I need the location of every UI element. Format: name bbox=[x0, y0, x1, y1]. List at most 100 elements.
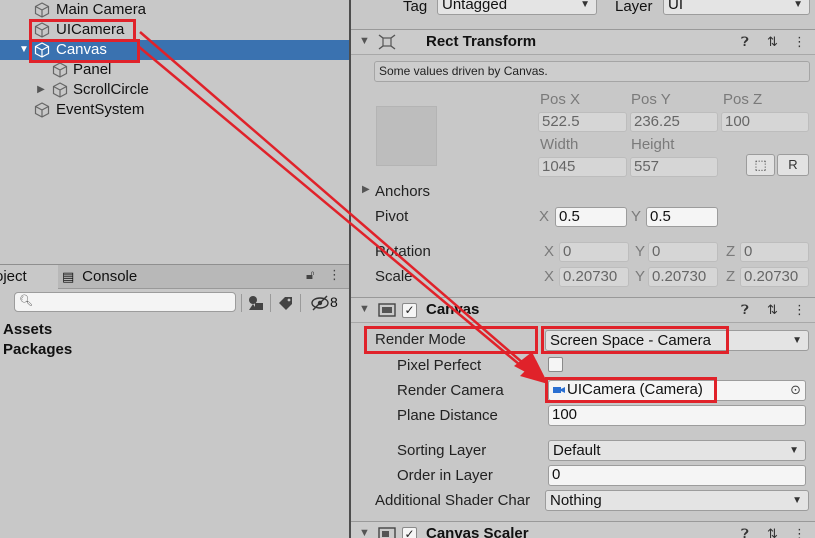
hierarchy-item-label: Panel bbox=[73, 61, 112, 78]
height-field[interactable]: 557 bbox=[630, 157, 718, 177]
project-item-packages[interactable]: Packages bbox=[3, 340, 72, 360]
layer-label: Layer bbox=[615, 0, 653, 15]
tag-value: Untagged bbox=[442, 0, 508, 13]
rotation-y-field[interactable]: 0 bbox=[648, 242, 718, 262]
order-in-layer-field[interactable]: 0 bbox=[548, 465, 806, 486]
anchors-label[interactable]: Anchors bbox=[375, 183, 430, 200]
help-icon[interactable]: ❓︎ bbox=[741, 526, 749, 538]
cube-icon bbox=[52, 82, 68, 98]
kebab-menu-icon[interactable]: ⋮ bbox=[793, 302, 806, 318]
tag-dropdown[interactable]: Untagged ▼ bbox=[437, 0, 597, 15]
rotation-z-label: Z bbox=[726, 243, 736, 260]
expand-arrow-icon[interactable]: ▶ bbox=[35, 80, 47, 100]
help-icon[interactable]: ❓︎ bbox=[741, 302, 749, 318]
cube-icon bbox=[34, 42, 50, 58]
object-picker-icon[interactable]: ⊙ bbox=[790, 381, 801, 399]
render-mode-label: Render Mode bbox=[375, 331, 466, 348]
inspector-panel: Tag Untagged ▼ Layer UI ▼ ▼ Rect Transfo… bbox=[351, 0, 815, 538]
pivot-label: Pivot bbox=[375, 208, 409, 225]
pos-z-field[interactable]: 100 bbox=[721, 112, 809, 132]
fold-arrow-icon[interactable]: ▶ bbox=[362, 184, 370, 195]
filter-by-type-icon[interactable] bbox=[246, 294, 266, 312]
pivot-x-field[interactable]: 0.5 bbox=[555, 207, 627, 227]
rect-transform-header[interactable]: ▼ Rect Transform ❓︎ ⇅ ⋮ bbox=[351, 29, 815, 55]
kebab-menu-icon[interactable]: ⋮ bbox=[328, 267, 341, 283]
tab-project[interactable]: roject bbox=[0, 265, 58, 289]
width-field[interactable]: 1045 bbox=[538, 157, 627, 177]
kebab-menu-icon[interactable]: ⋮ bbox=[793, 34, 806, 50]
anchor-preset-thumbnail[interactable] bbox=[376, 106, 437, 166]
search-icon: 🔍︎ bbox=[19, 295, 33, 307]
rect-transform-title: Rect Transform bbox=[426, 33, 537, 50]
project-item-assets[interactable]: Assets bbox=[3, 320, 52, 340]
sorting-layer-dropdown[interactable]: Default ▼ bbox=[548, 440, 806, 461]
chevron-down-icon: ▼ bbox=[792, 335, 802, 346]
plane-distance-label: Plane Distance bbox=[397, 407, 498, 424]
sorting-layer-label: Sorting Layer bbox=[397, 442, 487, 459]
blueprint-mode-button[interactable]: ⬚ bbox=[746, 154, 775, 176]
hidden-packages-icon[interactable] bbox=[310, 294, 330, 312]
render-mode-value: Screen Space - Camera bbox=[550, 332, 711, 349]
fold-arrow-icon[interactable]: ▼ bbox=[359, 527, 370, 538]
pos-x-field[interactable]: 522.5 bbox=[538, 112, 627, 132]
tab-label: roject bbox=[0, 268, 27, 285]
canvas-component-header[interactable]: ▼ ✓ Canvas ❓︎ ⇅ ⋮ bbox=[351, 297, 815, 323]
scale-x-field[interactable]: 0.20730 bbox=[559, 267, 629, 287]
canvas-scaler-enabled-checkbox[interactable]: ✓ bbox=[402, 527, 417, 538]
canvas-enabled-checkbox[interactable]: ✓ bbox=[402, 303, 417, 318]
pos-y-field[interactable]: 236.25 bbox=[630, 112, 718, 132]
fold-arrow-icon[interactable]: ▼ bbox=[359, 303, 370, 315]
pivot-y-field[interactable]: 0.5 bbox=[646, 207, 718, 227]
render-camera-value: UICamera (Camera) bbox=[567, 381, 703, 398]
hierarchy-item-label: EventSystem bbox=[56, 101, 145, 118]
rotation-z-field[interactable]: 0 bbox=[740, 242, 809, 262]
sorting-layer-value: Default bbox=[553, 442, 601, 459]
scale-y-field[interactable]: 0.20730 bbox=[648, 267, 718, 287]
chevron-down-icon: ▼ bbox=[793, 0, 803, 10]
canvas-scaler-header[interactable]: ▼ ✓ Canvas Scaler ❓︎ ⇅ ⋮ bbox=[351, 521, 815, 538]
hierarchy-item-panel[interactable]: Panel bbox=[0, 60, 349, 80]
project-panel: roject ▤ Console 🔓︎ ⋮ 🔍︎ 8 Assets Packag… bbox=[0, 264, 349, 538]
pixel-perfect-checkbox[interactable] bbox=[548, 357, 563, 372]
scale-x-label: X bbox=[544, 268, 555, 285]
help-icon[interactable]: ❓︎ bbox=[741, 34, 749, 50]
fold-arrow-icon[interactable]: ▼ bbox=[359, 35, 370, 47]
expand-arrow-icon[interactable]: ▼ bbox=[18, 40, 30, 60]
hierarchy-item-scrollcircle[interactable]: ▶ ScrollCircle bbox=[0, 80, 349, 100]
scale-label: Scale bbox=[375, 268, 413, 285]
render-mode-dropdown[interactable]: Screen Space - Camera ▼ bbox=[545, 330, 809, 351]
hierarchy-item-label: Main Camera bbox=[56, 1, 147, 18]
layer-dropdown[interactable]: UI ▼ bbox=[663, 0, 810, 15]
raw-edit-button[interactable]: R bbox=[777, 154, 809, 176]
hierarchy-item-canvas[interactable]: ▼ Canvas bbox=[0, 40, 349, 60]
additional-shader-dropdown[interactable]: Nothing ▼ bbox=[545, 490, 809, 511]
pos-y-label: Pos Y bbox=[631, 91, 671, 108]
filter-by-label-icon[interactable] bbox=[276, 294, 296, 312]
tab-console[interactable]: ▤ Console bbox=[62, 265, 162, 289]
cube-icon bbox=[34, 22, 50, 38]
pixel-perfect-label: Pixel Perfect bbox=[397, 357, 482, 374]
search-box[interactable]: 🔍︎ bbox=[14, 292, 236, 312]
plane-distance-field[interactable]: 100 bbox=[548, 405, 806, 426]
sliders-icon[interactable]: ⇅ bbox=[767, 526, 778, 538]
chevron-down-icon: ▼ bbox=[792, 495, 802, 506]
sliders-icon[interactable]: ⇅ bbox=[767, 302, 778, 318]
project-tab-bar: roject ▤ Console 🔓︎ ⋮ bbox=[0, 265, 349, 289]
additional-shader-value: Nothing bbox=[550, 492, 602, 509]
hierarchy-item-uicamera[interactable]: UICamera bbox=[0, 20, 349, 40]
hierarchy-item-main-camera[interactable]: Main Camera bbox=[0, 0, 349, 20]
layer-value: UI bbox=[668, 0, 683, 13]
canvas-title: Canvas bbox=[426, 301, 480, 318]
render-camera-field[interactable]: UICamera (Camera) ⊙ bbox=[548, 380, 806, 401]
scale-z-field[interactable]: 0.20730 bbox=[740, 267, 809, 287]
rotation-x-field[interactable]: 0 bbox=[559, 242, 629, 262]
kebab-menu-icon[interactable]: ⋮ bbox=[793, 526, 806, 538]
pivot-x-label: X bbox=[539, 208, 550, 225]
additional-shader-label: Additional Shader Char bbox=[375, 492, 531, 509]
sliders-icon[interactable]: ⇅ bbox=[767, 34, 778, 50]
rotation-y-label: Y bbox=[635, 243, 646, 260]
lock-icon[interactable]: 🔓︎ bbox=[306, 267, 314, 283]
search-input[interactable] bbox=[33, 294, 229, 310]
hierarchy-item-label: ScrollCircle bbox=[73, 81, 149, 98]
hierarchy-item-eventsystem[interactable]: EventSystem bbox=[0, 100, 349, 120]
